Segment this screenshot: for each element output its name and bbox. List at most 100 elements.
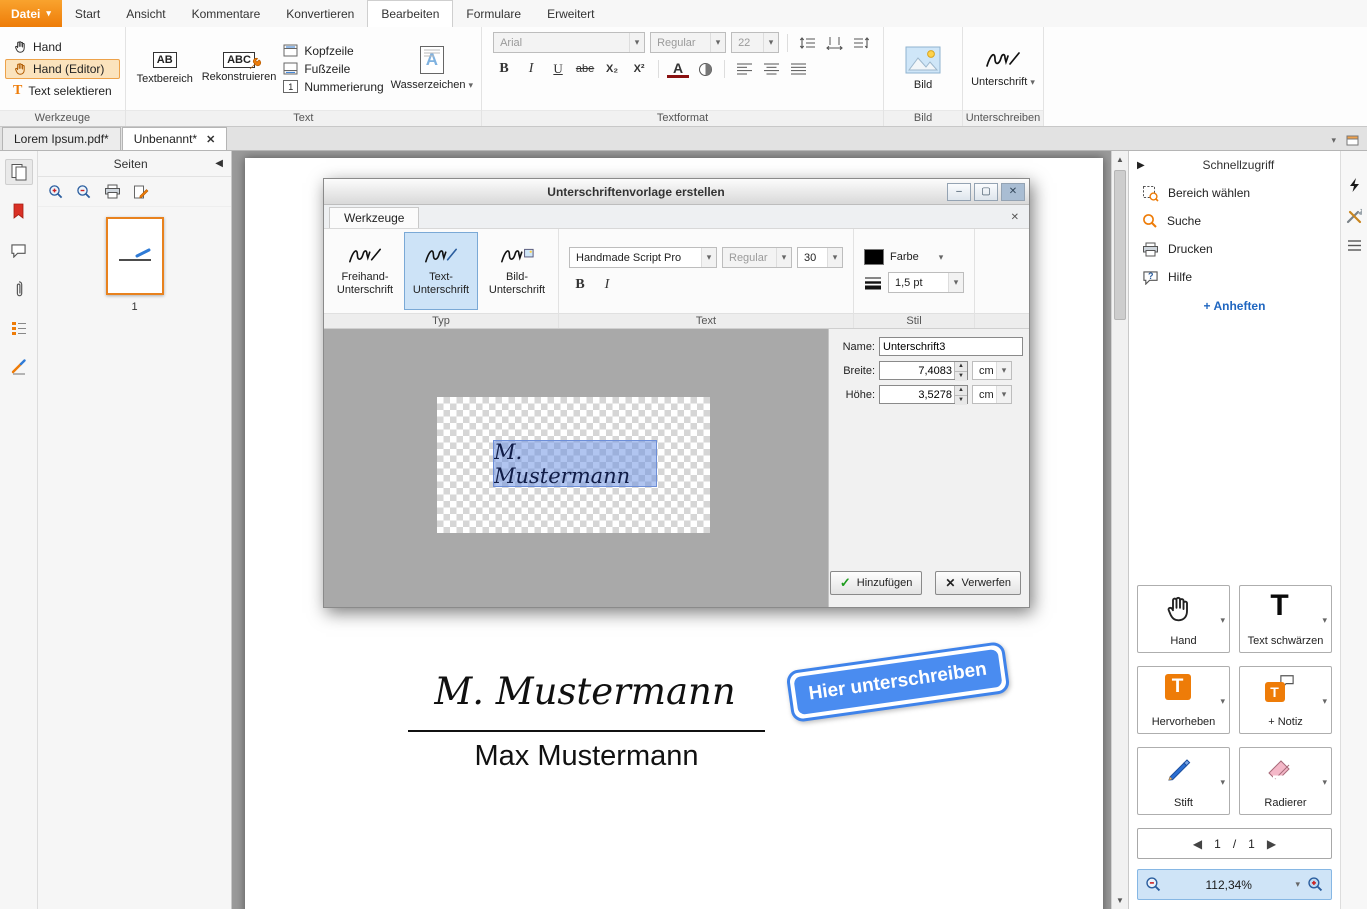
chevron-down-icon[interactable]: ▾ (1322, 616, 1327, 625)
signature-italic-button[interactable]: I (596, 275, 618, 295)
strikethrough-button[interactable]: abe (574, 59, 596, 79)
page-thumbnail[interactable] (106, 217, 164, 295)
scrollbar-thumb[interactable] (1114, 170, 1126, 320)
zoom-out-thumbnails-icon[interactable] (76, 184, 92, 200)
signature-bold-button[interactable]: B (569, 275, 591, 295)
bild-button[interactable]: Bild (889, 30, 957, 107)
close-tab-icon[interactable]: ✕ (206, 133, 215, 146)
minimize-icon[interactable]: – (947, 183, 971, 201)
font-color-button[interactable]: A (667, 61, 689, 78)
close-icon[interactable]: ✕ (1001, 183, 1025, 201)
signatures-panel-icon[interactable] (5, 354, 33, 380)
menu-erweitert[interactable]: Erweitert (534, 0, 607, 27)
rekonstruieren-button[interactable]: ABC Rekonstruieren (199, 30, 280, 107)
unterschrift-button[interactable]: Unterschrift ▾ (968, 30, 1038, 107)
width-field[interactable] (880, 362, 954, 379)
text-signature-button[interactable]: Text-Unterschrift (404, 232, 478, 310)
highlight-card[interactable]: T ▾ Hervorheben (1137, 666, 1230, 734)
comments-panel-icon[interactable] (5, 237, 33, 263)
menu-ansicht[interactable]: Ansicht (113, 0, 178, 27)
chevron-down-icon[interactable]: ▾ (1220, 697, 1225, 706)
scroll-up-icon[interactable]: ▲ (1112, 151, 1128, 168)
signature-preview-area[interactable]: M. Mustermann (324, 329, 828, 607)
maximize-icon[interactable]: ▢ (974, 183, 998, 201)
font-size-select[interactable]: 22 ▾ (731, 32, 779, 53)
float-window-icon[interactable] (1346, 135, 1359, 146)
line-spacing-icon[interactable] (796, 33, 818, 53)
zoom-in-thumbnails-icon[interactable] (48, 184, 64, 200)
superscript-button[interactable]: X² (628, 59, 650, 79)
dialog-tab-werkzeuge[interactable]: Werkzeuge (329, 207, 419, 228)
height-unit-select[interactable]: cm ▾ (972, 385, 1012, 404)
next-page-icon[interactable]: ▶ (1267, 837, 1276, 851)
height-up-icon[interactable]: ▲ (955, 386, 967, 396)
chevron-down-icon[interactable]: ▾ (1220, 778, 1225, 787)
add-button[interactable]: ✓ Hinzufügen (830, 571, 923, 595)
freehand-signature-button[interactable]: Freihand-Unterschrift (328, 232, 402, 310)
fusszeile-button[interactable]: Fußzeile (283, 62, 383, 76)
font-family-select[interactable]: Arial ▾ (493, 32, 645, 53)
signature-font-select[interactable]: Handmade Script Pro ▾ (569, 247, 717, 268)
pin-link[interactable]: + Anheften (1129, 299, 1340, 313)
textbereich-button[interactable]: AB Textbereich (131, 30, 199, 107)
char-spacing-icon[interactable] (823, 33, 845, 53)
text-select-tool-button[interactable]: T Text selektieren (5, 81, 120, 101)
font-style-select[interactable]: Regular ▾ (650, 32, 726, 53)
pages-panel-icon[interactable] (5, 159, 33, 185)
current-page-number[interactable]: 1 (1214, 837, 1221, 851)
expand-panel-icon[interactable]: ▶ (1137, 160, 1145, 171)
print-item[interactable]: Drucken (1129, 235, 1340, 263)
chevron-down-icon[interactable]: ▾ (1220, 616, 1225, 625)
bookmarks-panel-icon[interactable] (5, 198, 33, 224)
scroll-down-icon[interactable]: ▼ (1112, 892, 1128, 909)
menu-kommentare[interactable]: Kommentare (179, 0, 274, 27)
subscript-button[interactable]: X₂ (601, 59, 623, 79)
search-item[interactable]: Suche (1129, 207, 1340, 235)
height-down-icon[interactable]: ▼ (955, 396, 967, 405)
chevron-down-icon[interactable]: ▾ (1295, 880, 1300, 889)
width-up-icon[interactable]: ▲ (955, 362, 967, 372)
line-width-select[interactable]: 1,5 pt ▾ (888, 272, 964, 293)
tab-list-chevron-icon[interactable]: ▾ (1331, 136, 1336, 145)
file-menu-button[interactable]: Datei ▾ (0, 0, 62, 27)
help-item[interactable]: ? Hilfe (1129, 263, 1340, 291)
hand-tool-card[interactable]: ▾ Hand (1137, 585, 1230, 653)
add-note-card[interactable]: T ▾ + Notiz (1239, 666, 1332, 734)
discard-button[interactable]: ✕ Verwerfen (935, 571, 1021, 595)
wasserzeichen-button[interactable]: A Wasserzeichen ▾ (388, 30, 476, 107)
underline-button[interactable]: U (547, 59, 569, 79)
signature-preview-selection[interactable]: M. Mustermann (494, 441, 656, 486)
fields-list-panel-icon[interactable] (5, 315, 33, 341)
print-page-icon[interactable] (104, 184, 121, 199)
tools-icon[interactable] (1346, 208, 1362, 224)
width-down-icon[interactable]: ▼ (955, 372, 967, 381)
collapse-panel-icon[interactable]: ◀ (215, 159, 223, 169)
tab-lorem-ipsum[interactable]: Lorem Ipsum.pdf* (2, 127, 121, 150)
dialog-ribbon-close-icon[interactable]: ✕ (1006, 212, 1024, 223)
bold-button[interactable]: B (493, 59, 515, 79)
height-field[interactable] (880, 386, 954, 403)
redact-text-card[interactable]: T ▾ Text schwärzen (1239, 585, 1332, 653)
kopfzeile-button[interactable]: Kopfzeile (283, 44, 383, 58)
align-center-icon[interactable] (760, 59, 782, 79)
signature-font-size-select[interactable]: 30 ▾ (797, 247, 843, 268)
signature-font-style-select[interactable]: Regular ▾ (722, 247, 792, 268)
width-unit-select[interactable]: cm ▾ (972, 361, 1012, 380)
menu-konvertieren[interactable]: Konvertieren (273, 0, 367, 27)
zoom-out-icon[interactable] (1145, 876, 1162, 893)
previous-page-icon[interactable]: ◀ (1193, 837, 1202, 851)
dialog-titlebar[interactable]: Unterschriftenvorlage erstellen – ▢ ✕ (324, 179, 1029, 205)
image-signature-button[interactable]: Bild-Unterschrift (480, 232, 554, 310)
menu-formulare[interactable]: Formulare (453, 0, 534, 27)
select-area-item[interactable]: Bereich wählen (1129, 179, 1340, 207)
italic-button[interactable]: I (520, 59, 542, 79)
align-justify-icon[interactable] (787, 59, 809, 79)
eraser-card[interactable]: ▾ Radierer (1239, 747, 1332, 815)
hand-editor-tool-button[interactable]: Hand (Editor) (5, 59, 120, 79)
pen-card[interactable]: ▾ Stift (1137, 747, 1230, 815)
attachments-panel-icon[interactable] (5, 276, 33, 302)
name-field[interactable] (879, 337, 1023, 356)
menu-start[interactable]: Start (62, 0, 113, 27)
chevron-down-icon[interactable]: ▾ (1322, 697, 1327, 706)
hand-tool-button[interactable]: Hand (5, 37, 120, 57)
